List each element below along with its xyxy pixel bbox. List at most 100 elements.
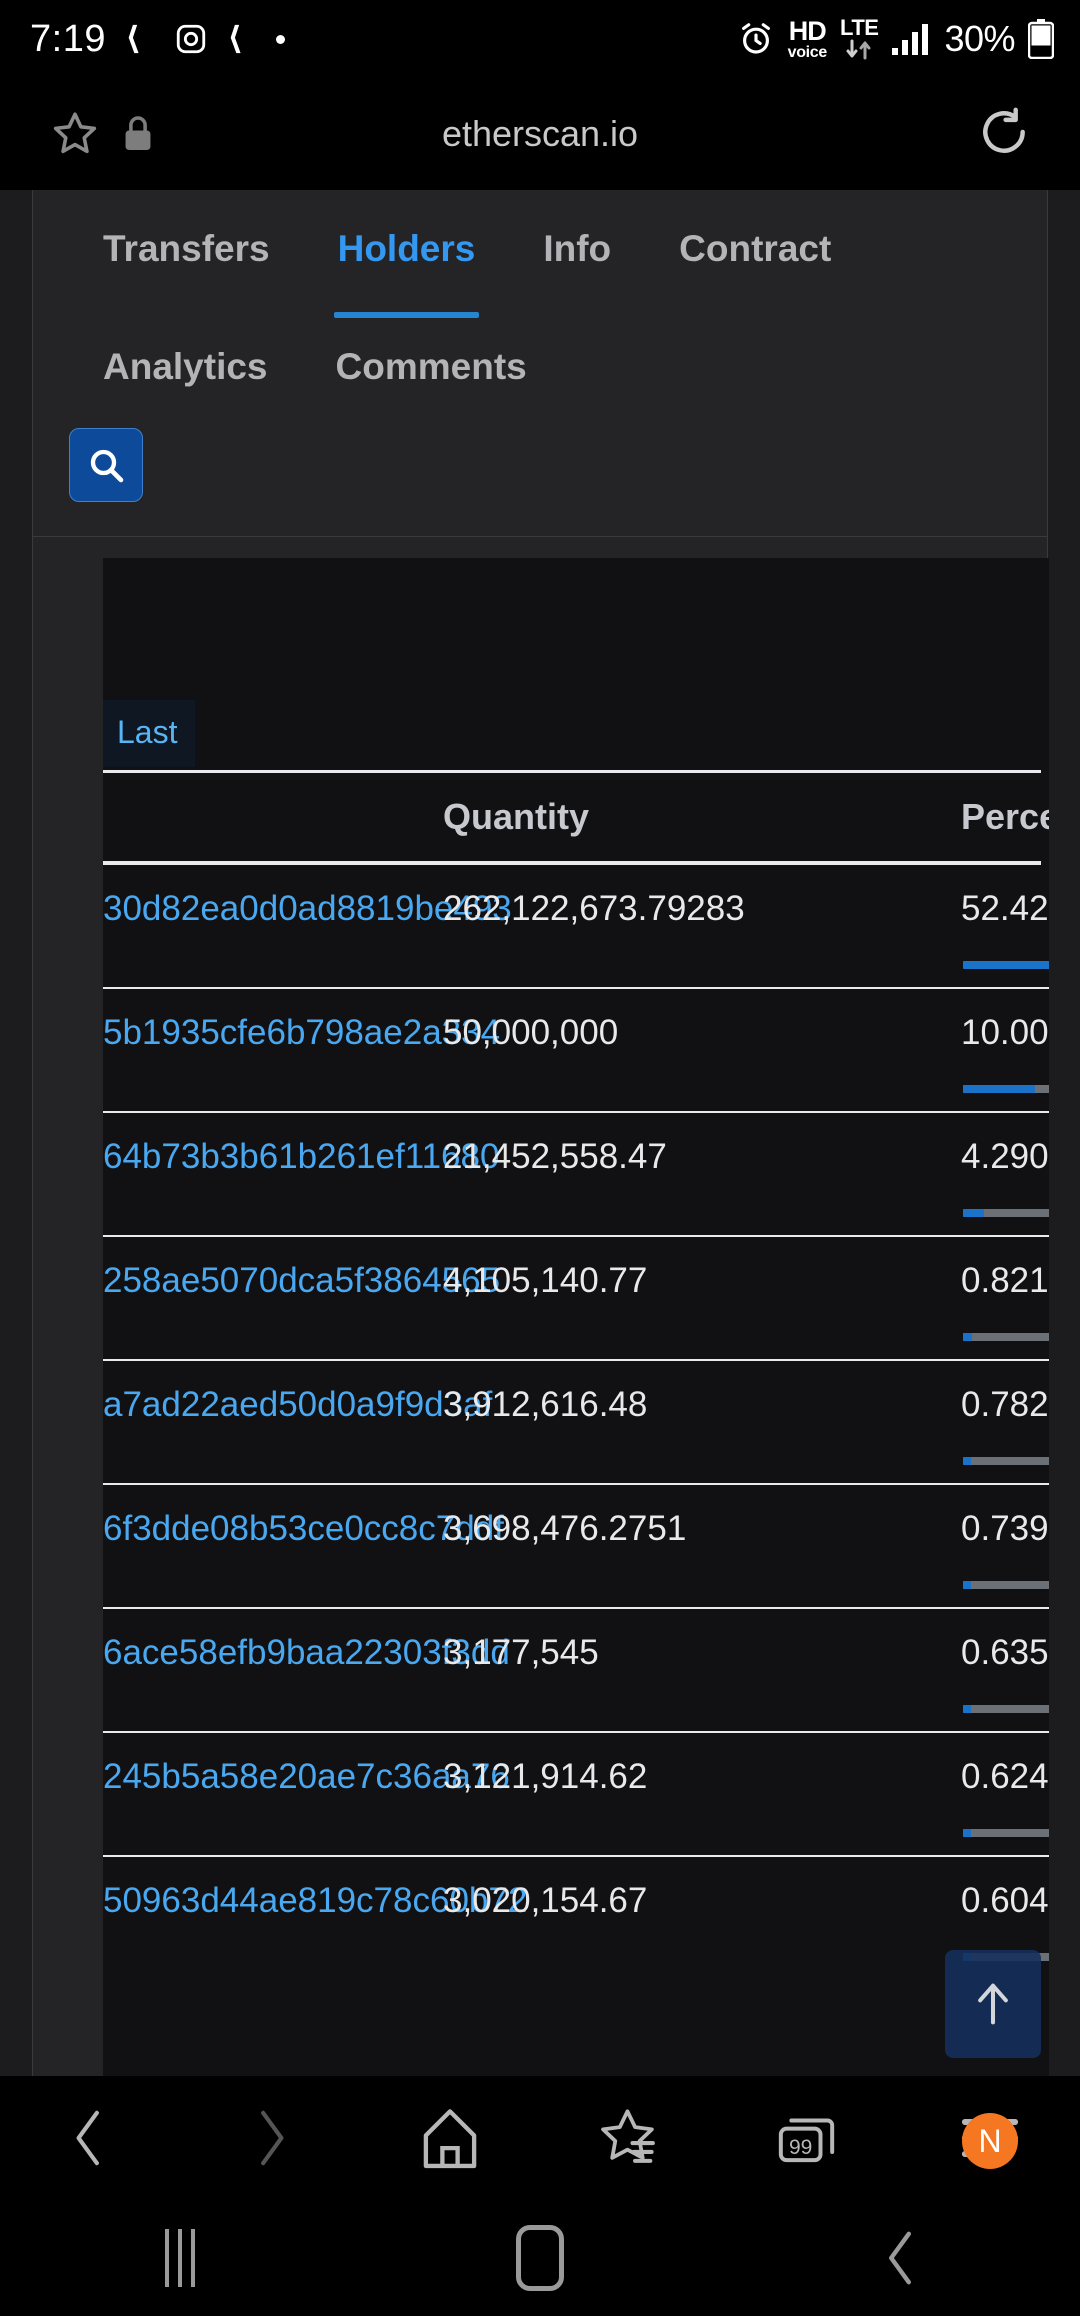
lte-label: LTE <box>840 15 879 40</box>
web-page-viewport: Transfers Holders Info Contract Analytic… <box>0 190 1080 2076</box>
tabs-count: 99 <box>789 2136 812 2159</box>
tabs-icon[interactable]: 99 <box>775 2105 845 2171</box>
browser-tabs-button[interactable]: 99 <box>720 2105 900 2171</box>
tab-analytics[interactable]: Analytics <box>69 330 302 402</box>
tab-holders[interactable]: Holders <box>304 212 510 318</box>
tab-info[interactable]: Info <box>509 212 645 284</box>
holder-percentage-bar <box>963 1457 1049 1465</box>
holder-address-link[interactable]: 64b73b3b61b261ef11680 <box>103 1137 499 1177</box>
holder-percentage: 0.821 <box>961 1261 1049 1300</box>
browser-menu-button[interactable]: N <box>900 2111 1080 2169</box>
holder-percentage-bar <box>963 1333 1049 1341</box>
reload-icon[interactable] <box>976 104 1032 160</box>
holder-percentage: 0.782 <box>961 1385 1049 1424</box>
holder-percentage-bar <box>963 1085 1049 1093</box>
recents-icon[interactable] <box>165 2229 195 2287</box>
table-row: a7ad22aed50d0a9f9d3af 3,912,616.48 0.782 <box>103 1361 1049 1485</box>
holder-percentage: 10.00 <box>961 1013 1049 1052</box>
column-header-quantity: Quantity <box>443 796 590 837</box>
lte-indicator: LTE <box>840 15 879 61</box>
home-icon[interactable] <box>417 2105 483 2171</box>
holder-percentage-bar <box>963 1705 1049 1713</box>
url-bar-left-icons <box>0 107 154 161</box>
home-circle-icon[interactable] <box>516 2225 564 2291</box>
content-card: Transfers Holders Info Contract Analytic… <box>32 190 1049 2076</box>
holder-quantity: 50,000,000 <box>443 1013 619 1052</box>
holder-percentage-bar <box>963 961 1049 969</box>
star-icon[interactable] <box>48 107 102 161</box>
browser-home-button[interactable] <box>360 2105 540 2171</box>
nav-recents-button[interactable] <box>0 2229 360 2287</box>
lock-icon <box>125 116 151 150</box>
holder-address-link[interactable]: 5b1935cfe6b798ae2a334 <box>103 1013 500 1053</box>
search-button[interactable] <box>69 428 143 502</box>
back-chevron-icon[interactable] <box>62 2106 118 2170</box>
status-bar-left: 7:19 <box>30 18 285 61</box>
status-bar-right: HD voice LTE 30% <box>737 17 1054 61</box>
scroll-to-top-button[interactable] <box>945 1950 1041 2058</box>
browser-forward-button[interactable] <box>180 2106 360 2170</box>
reload-button[interactable] <box>976 104 1080 165</box>
instagram-icon <box>176 24 206 54</box>
holder-percentage-bar-fill <box>963 961 1049 969</box>
table-row: 6ace58efb9baa22303f3dd 3,177,545 0.635 <box>103 1609 1049 1733</box>
bookmarks-star-icon[interactable] <box>597 2105 663 2171</box>
holder-percentage: 0.635 <box>961 1633 1049 1672</box>
pagination-last-button[interactable]: Last <box>103 700 196 767</box>
search-area <box>33 402 1047 536</box>
holder-percentage-bar-fill <box>963 1829 971 1837</box>
status-bar: 7:19 HD voice LTE 30% <box>0 0 1080 78</box>
holder-percentage-bar-fill <box>963 1209 984 1217</box>
table-row: 245b5a58e20ae7c36aa76 3,121,914.62 0.624 <box>103 1733 1049 1857</box>
browser-bookmarks-button[interactable] <box>540 2105 720 2171</box>
tab-comments[interactable]: Comments <box>302 330 561 402</box>
tab-transfers[interactable]: Transfers <box>69 212 304 284</box>
voice-label: voice <box>787 43 828 61</box>
section-divider <box>33 536 1047 537</box>
holder-quantity: 262,122,673.79283 <box>443 889 745 928</box>
table-row: 5b1935cfe6b798ae2a334 50,000,000 10.00 <box>103 989 1049 1113</box>
back-icon[interactable] <box>878 2227 922 2289</box>
holder-percentage: 0.604 <box>961 1881 1049 1920</box>
holder-percentage-bar <box>963 1209 1049 1217</box>
url-text[interactable]: etherscan.io <box>0 113 1080 155</box>
nav-back-button[interactable] <box>720 2227 1080 2289</box>
holder-percentage: 0.739 <box>961 1509 1049 1548</box>
holder-percentage-bar-fill <box>963 1581 971 1589</box>
holder-percentage-bar-fill <box>963 1333 972 1341</box>
hd-label: HD <box>788 15 827 46</box>
holder-quantity: 4,105,140.77 <box>443 1261 648 1300</box>
signal-bars-icon <box>892 24 929 55</box>
search-icon[interactable] <box>86 445 126 485</box>
holder-percentage-bar-fill <box>963 1457 971 1465</box>
table-row: 50963d44ae819c78c60b72 3,020,154.67 0.604 <box>103 1857 1049 1981</box>
holder-percentage-bar <box>963 1581 1049 1589</box>
holder-percentage-bar-fill <box>963 1705 971 1713</box>
keep-icon <box>128 24 139 54</box>
clock: 7:19 <box>30 17 106 60</box>
menu-notification-badge: N <box>962 2113 1018 2169</box>
battery-icon <box>1028 19 1054 59</box>
data-arrows-icon <box>846 39 871 60</box>
tab-bar: Transfers Holders Info Contract Analytic… <box>33 190 1047 402</box>
tab-contract[interactable]: Contract <box>645 212 865 284</box>
arrow-up-icon[interactable] <box>971 1978 1015 2030</box>
table-row: 258ae5070dca5f3864565 4,105,140.77 0.821 <box>103 1237 1049 1361</box>
holder-percentage: 0.624 <box>961 1757 1049 1796</box>
pagination: Last <box>103 700 196 767</box>
holder-quantity: 3,020,154.67 <box>443 1881 648 1920</box>
browser-toolbar: 99 N <box>0 2076 1080 2200</box>
holder-percentage: 4.290 <box>961 1137 1049 1176</box>
table-header-row: Quantity Perce <box>103 773 1049 861</box>
browser-back-button[interactable] <box>0 2106 180 2170</box>
holder-address-link[interactable]: 258ae5070dca5f3864565 <box>103 1261 500 1301</box>
nav-home-button[interactable] <box>360 2225 720 2291</box>
holder-percentage-bar <box>963 1829 1049 1837</box>
dot-icon <box>275 34 285 44</box>
forward-chevron-icon[interactable] <box>242 2106 298 2170</box>
holder-percentage-bar-fill <box>963 1085 1035 1093</box>
phone-screen: 7:19 HD voice LTE 30% etherscan.io Trans… <box>0 0 1080 2316</box>
browser-url-bar[interactable]: etherscan.io <box>0 78 1080 190</box>
holders-table-panel[interactable]: Last Quantity Perce 30d82ea0d0ad8819be49… <box>103 558 1049 2076</box>
holder-address-link[interactable]: a7ad22aed50d0a9f9d3af <box>103 1385 492 1425</box>
